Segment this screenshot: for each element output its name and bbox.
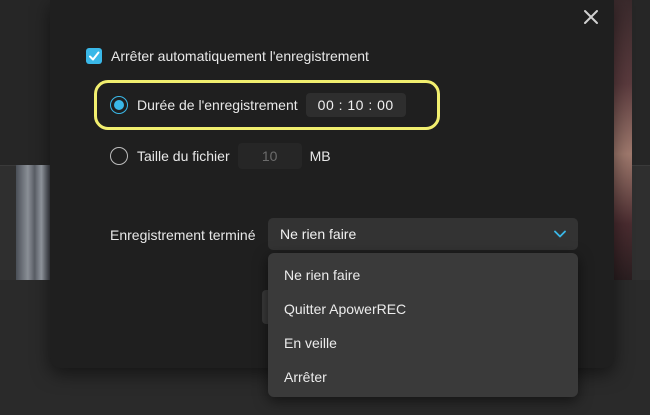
on-finish-selected-value: Ne rien faire <box>280 226 357 242</box>
file-size-unit: MB <box>309 148 331 164</box>
menu-item-sleep[interactable]: En veille <box>268 326 578 360</box>
background-thumbnail-right <box>612 0 632 280</box>
menu-item-shutdown[interactable]: Arrêter <box>268 360 578 394</box>
file-size-option[interactable]: Taille du fichier 10 MB <box>110 143 331 169</box>
screen: Arrêter automatiquement l'enregistrement… <box>0 0 650 415</box>
file-size-radio[interactable] <box>110 147 128 165</box>
chevron-down-icon <box>554 230 566 238</box>
duration-option[interactable]: Durée de l'enregistrement 00 : 10 : 00 <box>110 93 406 117</box>
close-button[interactable] <box>578 4 604 30</box>
duration-radio[interactable] <box>110 96 128 114</box>
on-finish-menu: Ne rien faire Quitter ApowerREC En veill… <box>268 253 578 397</box>
auto-stop-row[interactable]: Arrêter automatiquement l'enregistrement <box>86 48 369 64</box>
close-icon <box>584 10 598 24</box>
file-size-label: Taille du fichier <box>137 148 230 164</box>
duration-time-input[interactable]: 00 : 10 : 00 <box>305 93 406 117</box>
on-finish-dropdown[interactable]: Ne rien faire <box>268 218 578 250</box>
auto-stop-checkbox[interactable] <box>86 48 102 64</box>
duration-label: Durée de l'enregistrement <box>137 97 298 113</box>
checkmark-icon <box>89 51 100 61</box>
file-size-input[interactable]: 10 <box>237 143 302 169</box>
on-finish-label: Enregistrement terminé <box>110 227 256 243</box>
auto-stop-label: Arrêter automatiquement l'enregistrement <box>111 48 369 64</box>
background-thumbnail-left <box>16 165 50 280</box>
menu-item-quit-app[interactable]: Quitter ApowerREC <box>268 292 578 326</box>
menu-item-do-nothing[interactable]: Ne rien faire <box>268 258 578 292</box>
